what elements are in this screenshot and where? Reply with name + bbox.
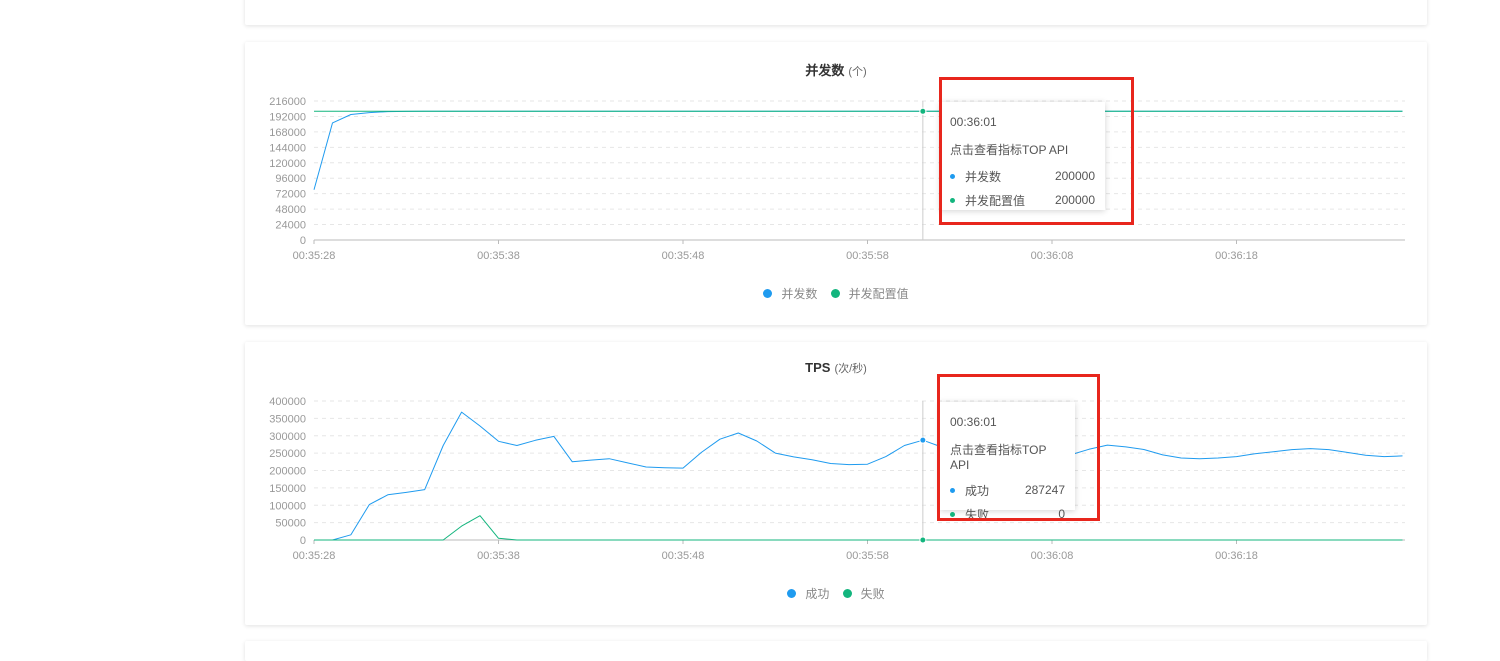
legend-label: 成功 [805, 587, 830, 601]
y-tick-label: 50000 [275, 518, 306, 530]
y-tick-label: 350000 [269, 413, 306, 425]
next-chart-card [245, 641, 1427, 661]
legend-dot-icon [842, 589, 852, 598]
x-tick-label: 00:35:58 [846, 550, 889, 562]
y-tick-label: 24000 [275, 220, 306, 232]
legend-label: 并发配置值 [848, 287, 909, 301]
chart-legend: 并发数 并发配置值 [245, 285, 1427, 302]
legend-dot-icon [787, 589, 797, 598]
chart-legend: 成功 失败 [245, 585, 1427, 602]
y-tick-label: 48000 [275, 204, 306, 216]
x-tick-label: 00:36:18 [1215, 550, 1258, 562]
legend-dot-icon [830, 289, 840, 298]
x-tick-label: 00:35:38 [477, 250, 520, 262]
hover-point[interactable] [919, 536, 927, 544]
highlight-box-concurrency [939, 77, 1134, 225]
highlight-box-tps [937, 374, 1100, 521]
y-tick-label: 0 [300, 235, 306, 247]
concurrency-plot[interactable]: 0 24000 48000 72000 96000 120000 144000 168000 1… [245, 42, 1427, 325]
y-tick-label: 150000 [269, 483, 306, 495]
tps-plot[interactable]: 0 50000 100000 150000 200000 250000 300000 3500… [245, 342, 1427, 625]
legend-item-concurrency-config[interactable]: 并发配置值 [830, 285, 909, 302]
y-tick-label: 168000 [269, 127, 306, 139]
x-tick-label: 00:35:58 [846, 250, 889, 262]
y-tick-label: 96000 [275, 173, 306, 185]
y-tick-label: 300000 [269, 431, 306, 443]
hover-point[interactable] [919, 107, 927, 115]
x-tick-label: 00:35:28 [293, 250, 336, 262]
previous-chart-card [245, 0, 1427, 25]
x-tick-label: 00:36:18 [1215, 250, 1258, 262]
x-tick-label: 00:35:38 [477, 550, 520, 562]
series-line-secondary[interactable] [314, 515, 1403, 541]
y-tick-label: 192000 [269, 111, 306, 123]
y-tick-label: 120000 [269, 158, 306, 170]
legend-item-success[interactable]: 成功 [787, 585, 829, 602]
x-tick-label: 00:35:48 [662, 250, 705, 262]
x-tick-label: 00:35:48 [662, 550, 705, 562]
hover-point[interactable] [919, 436, 927, 444]
y-tick-label: 216000 [269, 96, 306, 108]
legend-label: 失败 [860, 587, 885, 601]
x-tick-label: 00:35:28 [293, 550, 336, 562]
y-tick-label: 144000 [269, 142, 306, 154]
y-tick-label: 250000 [269, 448, 306, 460]
series-line-primary[interactable] [314, 411, 1403, 541]
tps-chart-card: TPS (次/秒) 0 50000 100000 150000 200000 250000 3… [245, 342, 1427, 625]
y-tick-label: 100000 [269, 500, 306, 512]
y-tick-label: 200000 [269, 466, 306, 478]
x-tick-label: 00:36:08 [1031, 550, 1074, 562]
concurrency-chart-card: 并发数 (个) 0 24000 48000 72000 96000 120000 144000… [245, 42, 1427, 325]
x-tick-label: 00:36:08 [1031, 250, 1074, 262]
y-tick-label: 400000 [269, 396, 306, 408]
y-tick-label: 72000 [275, 189, 306, 201]
legend-item-concurrency[interactable]: 并发数 [763, 285, 817, 302]
legend-item-failure[interactable]: 失败 [842, 585, 885, 602]
y-tick-label: 0 [300, 535, 306, 547]
legend-label: 并发数 [781, 287, 818, 301]
legend-dot-icon [763, 289, 773, 298]
